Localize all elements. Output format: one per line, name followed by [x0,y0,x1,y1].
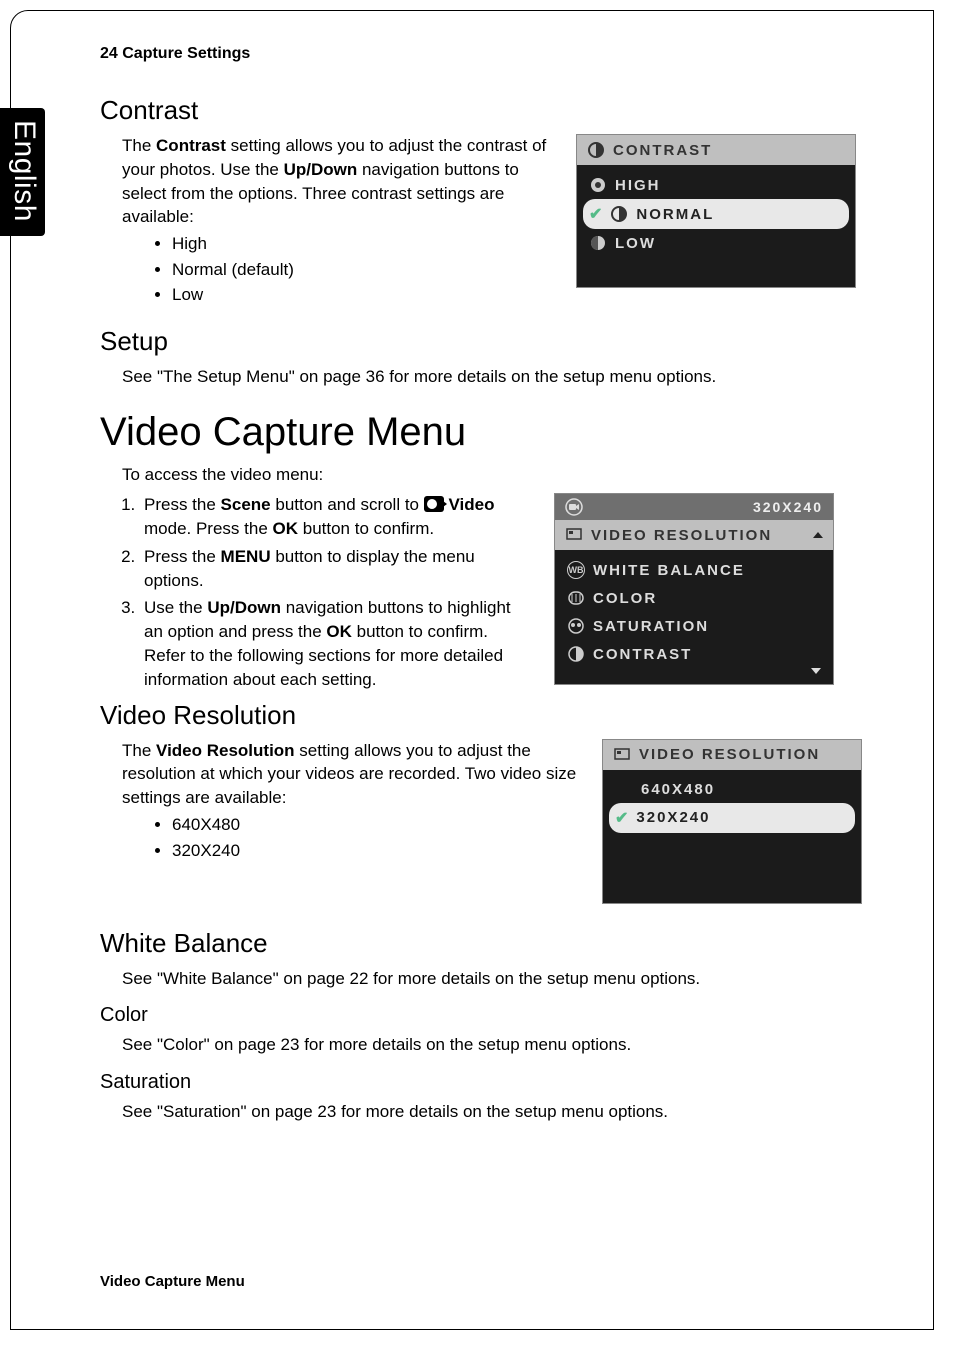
t: Video Resolution [156,741,295,760]
t: Up/Down [284,160,358,179]
t: Press the [144,547,221,566]
cam-item-wb[interactable]: WB WHITE BALANCE [555,556,833,584]
video-mode-icon [424,496,444,512]
step: Use the Up/Down navigation buttons to hi… [140,596,530,691]
color-icon [567,589,585,607]
wb-icon: WB [567,561,585,579]
level-normal-icon [610,205,628,223]
bullet: Normal (default) [172,257,552,283]
page-header: 24 Capture Settings [100,45,874,63]
t: Up/Down [207,598,281,617]
setup-text: See "The Setup Menu" on page 36 for more… [122,365,874,389]
heading-color: Color [100,1004,874,1027]
t: Contrast [156,136,226,155]
cam-item-high[interactable]: HIGH [577,171,855,199]
t: Video [448,495,494,514]
cam-item-normal[interactable]: ✔ NORMAL [583,199,849,229]
saturation-text: See "Saturation" on page 23 for more det… [122,1100,874,1124]
bullet: 320X240 [172,838,578,864]
t: OK [273,519,299,538]
cam-item-320[interactable]: ✔ 320X240 [609,803,855,833]
cam-item-color[interactable]: COLOR [555,584,833,612]
cam-title: VIDEO RESOLUTION [639,746,820,763]
t: Scene [221,495,271,514]
page-content: 24 Capture Settings Contrast The Contras… [100,45,874,1126]
level-high-icon [589,176,607,194]
cam-tabs: 320X240 [555,494,833,520]
language-tab: English [0,108,45,236]
t: Press the [144,495,221,514]
label: LOW [615,235,656,252]
heading-video-capture-menu: Video Capture Menu [100,410,874,455]
cam-item-contrast[interactable]: CONTRAST [555,640,833,668]
check-icon: ✔ [589,204,602,224]
bullet: 640X480 [172,812,578,838]
label: SATURATION [593,618,709,635]
arrow-down-row [555,668,833,678]
step: Press the Scene button and scroll to Vid… [140,493,530,541]
contrast-icon [587,141,605,159]
arrow-down-icon [811,668,821,674]
cam-item-640[interactable]: 640X480 [603,776,861,803]
check-icon: ✔ [615,808,628,828]
bullet: High [172,231,552,257]
heading-saturation: Saturation [100,1071,874,1094]
tab-value: 320X240 [753,499,823,515]
t: The [122,741,156,760]
label: NORMAL [636,206,714,223]
video-res-screen: VIDEO RESOLUTION 640X480 ✔ 320X240 [602,739,862,904]
t: Use the [144,598,207,617]
bullet: Low [172,282,552,308]
t: MENU [221,547,271,566]
t: button to confirm. [298,519,434,538]
video-intro: To access the video menu: [122,463,874,487]
cam-item-saturation[interactable]: SATURATION [555,612,833,640]
cam-header: VIDEO RESOLUTION [603,740,861,770]
camcorder-icon [565,498,583,516]
cam-title: CONTRAST [613,142,712,159]
arrow-up-icon [813,532,823,538]
wb-text: See "White Balance" on page 22 for more … [122,967,874,991]
t: button and scroll to [271,495,424,514]
contrast-small-icon [567,645,585,663]
heading-contrast: Contrast [100,95,874,126]
t: The [122,136,156,155]
label: WHITE BALANCE [593,562,745,579]
contrast-text: The Contrast setting allows you to adjus… [122,134,552,308]
video-res-text: The Video Resolution setting allows you … [122,739,578,863]
label: CONTRAST [593,646,692,663]
label: 640X480 [641,781,715,798]
contrast-screen: CONTRAST HIGH ✔ NORMAL LOW [576,134,856,288]
video-menu-screen: 320X240 VIDEO RESOLUTION WB WHITE BALANC… [554,493,834,685]
cam-item-selected[interactable]: VIDEO RESOLUTION [555,520,833,550]
page-footer: Video Capture Menu [100,1273,245,1290]
resolution-icon [565,526,583,544]
heading-video-resolution: Video Resolution [100,700,874,731]
saturation-icon [567,617,585,635]
label: VIDEO RESOLUTION [591,527,772,544]
resolution-icon [613,746,631,764]
t: mode. Press the [144,519,273,538]
t: OK [326,622,352,641]
cam-header: CONTRAST [577,135,855,165]
label: 320X240 [636,809,710,826]
video-steps: Press the Scene button and scroll to Vid… [140,493,530,691]
label: COLOR [593,590,657,607]
label: HIGH [615,177,661,194]
heading-white-balance: White Balance [100,928,874,959]
cam-item-low[interactable]: LOW [577,229,855,257]
step: Press the MENU button to display the men… [140,545,530,593]
level-low-icon [589,234,607,252]
color-text: See "Color" on page 23 for more details … [122,1033,874,1057]
heading-setup: Setup [100,326,874,357]
